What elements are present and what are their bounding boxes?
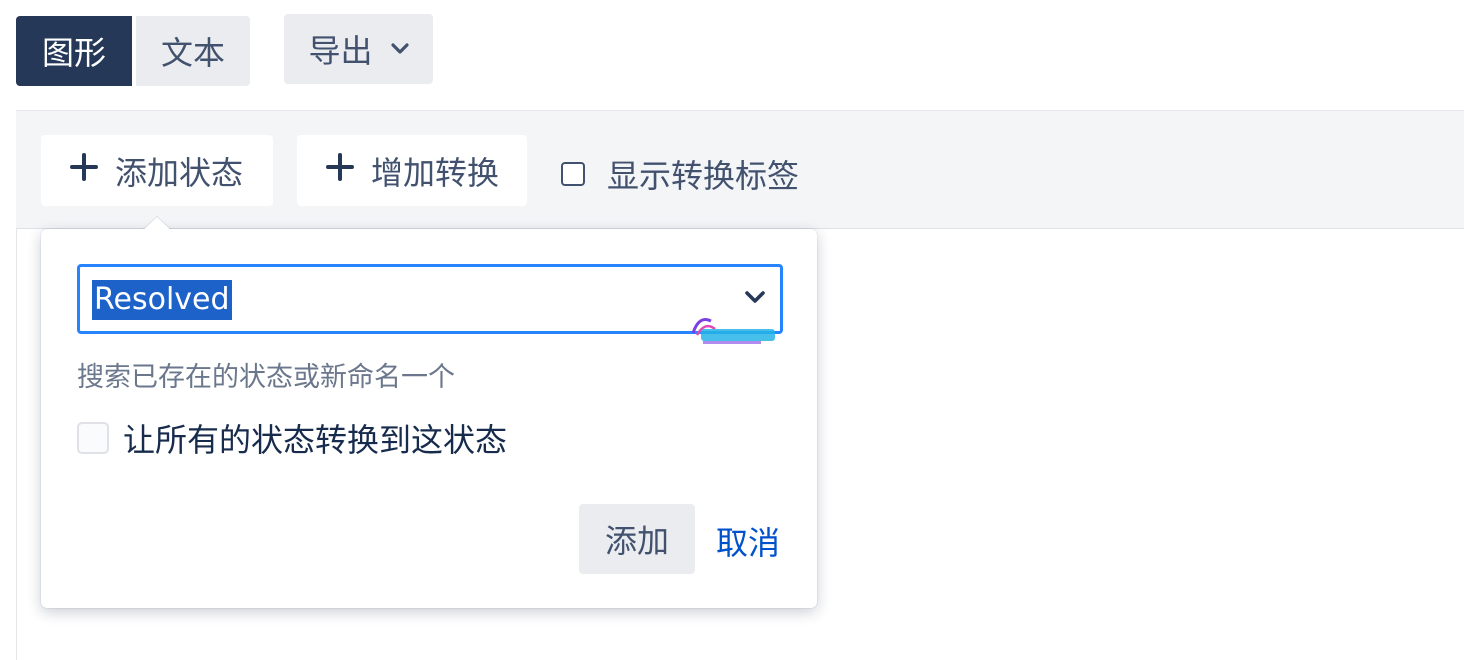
status-select-value[interactable]: Resolved <box>92 280 232 320</box>
add-button[interactable]: 添加 <box>579 504 695 574</box>
popover-arrow <box>143 217 171 230</box>
chevron-down-icon <box>390 43 409 55</box>
export-label: 导出 <box>308 32 373 70</box>
show-transition-labels-checkbox[interactable] <box>561 162 585 186</box>
workflow-toolbar: 添加状态 增加转换 显示转换标签 <box>16 110 1464 229</box>
tab-text[interactable]: 文本 <box>136 16 250 86</box>
show-transition-labels-label[interactable]: 显示转换标签 <box>607 151 799 197</box>
plus-icon <box>69 152 99 190</box>
add-status-dialog: Resolved 搜索已存在的状态或新命名一个 让所有的状态转换到这状态 添加 … <box>41 217 817 608</box>
watermark-logo <box>687 311 783 347</box>
export-button[interactable]: 导出 <box>284 14 433 84</box>
view-mode-tabs: 图形 文本 <box>16 16 250 86</box>
all-transition-option: 让所有的状态转换到这状态 <box>77 415 507 461</box>
status-select-input[interactable]: Resolved <box>77 264 783 334</box>
cancel-link[interactable]: 取消 <box>716 518 780 564</box>
status-search-hint: 搜索已存在的状态或新命名一个 <box>77 362 455 393</box>
chevron-down-icon[interactable] <box>744 289 766 308</box>
all-transition-label[interactable]: 让所有的状态转换到这状态 <box>123 415 507 461</box>
add-transition-button[interactable]: 增加转换 <box>297 135 527 206</box>
tab-diagram[interactable]: 图形 <box>16 16 132 86</box>
show-transition-labels: 显示转换标签 <box>561 151 799 197</box>
plus-icon <box>325 152 355 190</box>
add-status-button[interactable]: 添加状态 <box>41 135 273 206</box>
all-transition-checkbox[interactable] <box>77 422 109 454</box>
add-status-label: 添加状态 <box>115 153 244 192</box>
add-transition-label: 增加转换 <box>371 153 500 192</box>
